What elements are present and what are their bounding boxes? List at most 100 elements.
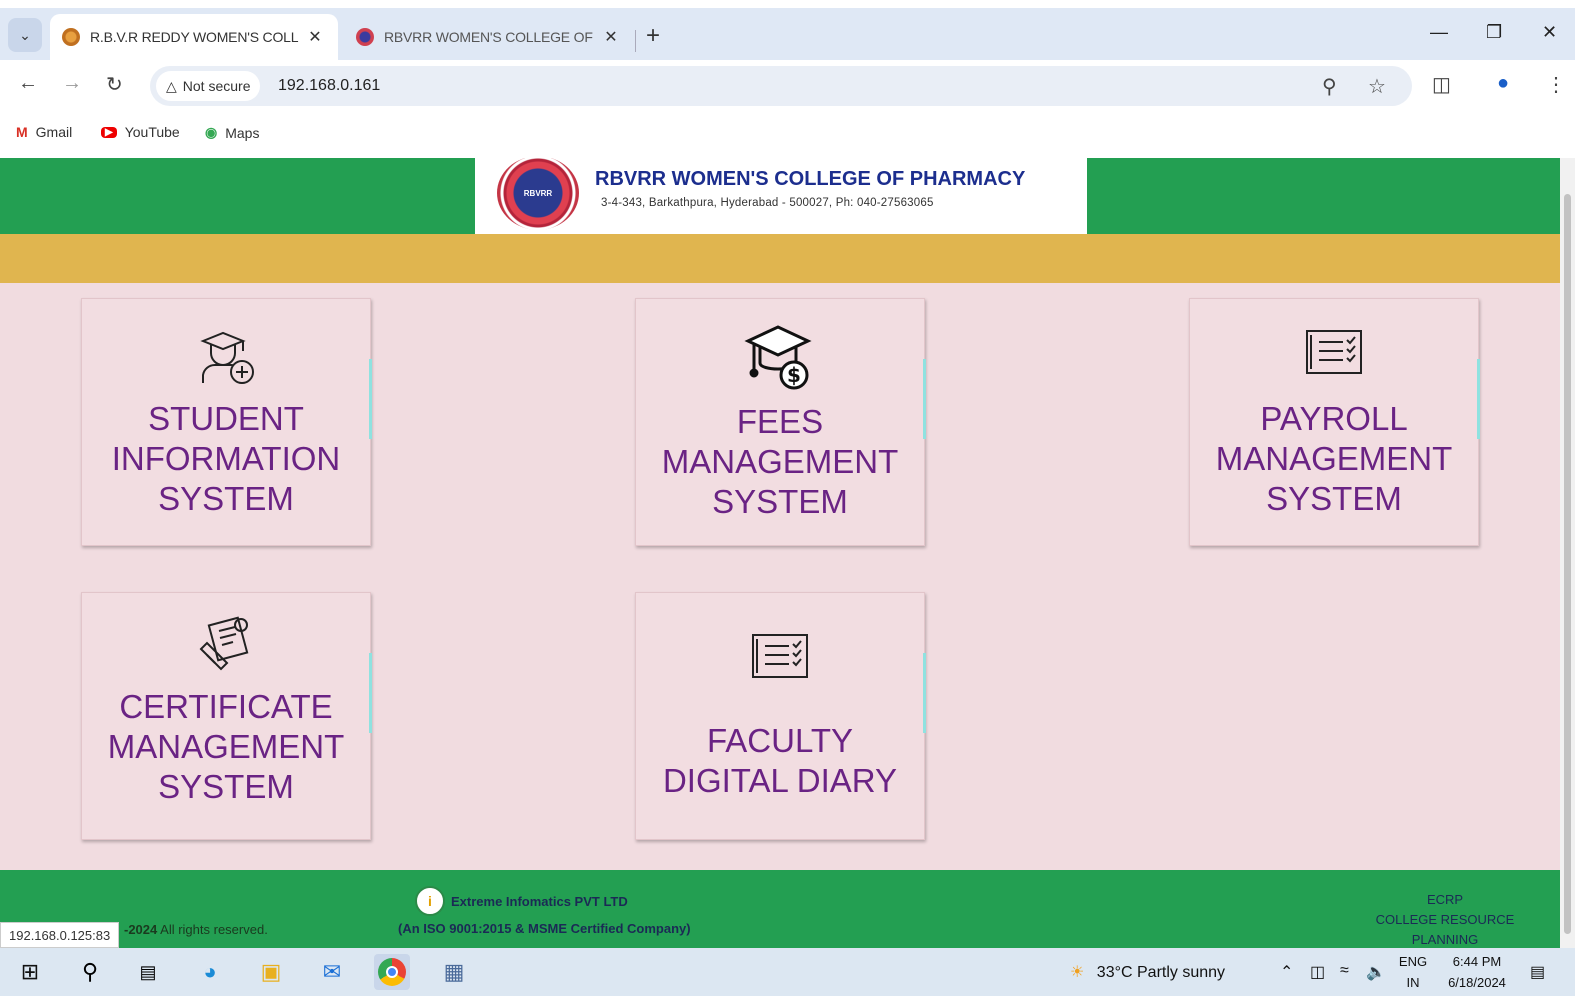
reload-button[interactable]: ↻ bbox=[106, 72, 123, 97]
back-button[interactable]: ← bbox=[18, 72, 38, 95]
restore-button[interactable]: ❐ bbox=[1486, 22, 1502, 43]
file-explorer-button[interactable]: ▣ bbox=[253, 954, 289, 990]
device-icon[interactable]: ◫ bbox=[1310, 962, 1325, 982]
college-address: 3-4-343, Barkathpura, Hyderabad - 500027… bbox=[601, 197, 934, 209]
browser-toolbar: ← → ↻ △ Not secure 192.168.0.161 ⚲ ☆ ◫ ●… bbox=[0, 60, 1575, 112]
youtube-icon: ▶ bbox=[101, 126, 117, 138]
weather-widget[interactable]: ☀ 33°C Partly sunny bbox=[1070, 962, 1225, 982]
search-icon: ⚲ bbox=[81, 959, 99, 984]
tab-separator bbox=[635, 30, 636, 52]
module-fees-management[interactable]: $ FEES MANAGEMENT SYSTEM bbox=[635, 298, 926, 546]
start-button[interactable]: ⊞ bbox=[12, 954, 48, 990]
menu-icon[interactable]: ⋮ bbox=[1546, 72, 1566, 97]
security-chip[interactable]: △ Not secure bbox=[156, 71, 261, 101]
bookmark-label: Gmail bbox=[35, 124, 73, 140]
search-button[interactable]: ⚲ bbox=[72, 954, 108, 990]
top-strip bbox=[0, 0, 1575, 8]
edge-icon: ◕ bbox=[203, 959, 217, 984]
page-content: RBVRR RBVRR WOMEN'S COLLEGE OF PHARMACY … bbox=[0, 158, 1560, 948]
profile-icon[interactable]: ● bbox=[1497, 72, 1509, 95]
chevron-down-icon: ⌄ bbox=[19, 26, 31, 43]
college-favicon-icon bbox=[62, 28, 80, 46]
status-url: 192.168.0.125:83 bbox=[0, 922, 120, 948]
checklist-icon bbox=[752, 634, 808, 678]
clock[interactable]: 6:44 PM 6/18/2024 bbox=[1440, 951, 1514, 993]
header-gold-band bbox=[0, 234, 1560, 283]
windows-taskbar: ⊞ ⚲ ▤ ◕ ▣ ✉ ▦ ☀ 33°C Partly sunny ⌃ ◫ ≈ … bbox=[0, 948, 1575, 996]
company-logo: i bbox=[415, 886, 445, 916]
copyright-text: -2024 All rights reserved. bbox=[124, 922, 268, 937]
windows-icon: ⊞ bbox=[20, 959, 40, 984]
forward-button[interactable]: → bbox=[62, 72, 82, 95]
security-label: Not secure bbox=[182, 78, 251, 94]
volume-muted-icon[interactable]: 🔈 bbox=[1366, 962, 1386, 982]
tab-bar: ⌄ R.B.V.R REDDY WOMEN'S COLL ✕ RBVRR WOM… bbox=[0, 8, 1575, 60]
tray-overflow-icon[interactable]: ⌃ bbox=[1280, 962, 1293, 982]
tab-search-button[interactable]: ⌄ bbox=[8, 18, 42, 52]
new-tab-button[interactable]: + bbox=[646, 22, 660, 50]
zoom-icon[interactable]: ⚲ bbox=[1322, 74, 1337, 99]
module-certificate-management[interactable]: CERTIFICATE MANAGEMENT SYSTEM bbox=[81, 592, 372, 840]
url-text[interactable]: 192.168.0.161 bbox=[278, 77, 380, 95]
edge-button[interactable]: ◕ bbox=[192, 954, 228, 990]
tab-title: R.B.V.R REDDY WOMEN'S COLL bbox=[90, 29, 299, 45]
bookmark-label: YouTube bbox=[124, 124, 180, 140]
minimize-button[interactable]: — bbox=[1430, 22, 1448, 43]
maps-pin-icon: ◉ bbox=[205, 124, 218, 140]
college-title: RBVRR WOMEN'S COLLEGE OF PHARMACY bbox=[595, 168, 1026, 190]
tab-rbvr-reddy[interactable]: R.B.V.R REDDY WOMEN'S COLL ✕ bbox=[50, 14, 338, 60]
chrome-icon bbox=[378, 958, 406, 986]
close-window-button[interactable]: ✕ bbox=[1542, 22, 1557, 43]
close-tab-icon[interactable]: ✕ bbox=[600, 27, 622, 47]
app-button[interactable]: ▦ bbox=[436, 954, 472, 990]
app-icon: ▦ bbox=[443, 959, 465, 984]
module-label: PAYROLL MANAGEMENT SYSTEM bbox=[1215, 400, 1453, 517]
language-indicator[interactable]: ENG IN bbox=[1396, 951, 1430, 993]
module-label: CERTIFICATE MANAGEMENT SYSTEM bbox=[107, 688, 345, 805]
certificate-icon bbox=[199, 616, 249, 671]
scrollbar-thumb[interactable] bbox=[1564, 194, 1571, 934]
module-student-information[interactable]: STUDENT INFORMATION SYSTEM bbox=[81, 298, 372, 546]
module-label: STUDENT INFORMATION SYSTEM bbox=[111, 400, 341, 517]
weather-sun-icon: ☀ bbox=[1070, 964, 1085, 981]
bookmark-maps[interactable]: ◉ Maps bbox=[205, 124, 259, 141]
page-scrollbar[interactable] bbox=[1560, 158, 1575, 948]
wifi-icon[interactable]: ≈ bbox=[1340, 962, 1349, 980]
product-name: ECRP COLLEGE RESOURCE PLANNING bbox=[1375, 892, 1515, 947]
notifications-icon[interactable]: ▤ bbox=[1530, 962, 1545, 982]
company-certification: (An ISO 9001:2015 & MSME Certified Compa… bbox=[398, 921, 691, 936]
bookmark-label: Maps bbox=[225, 124, 260, 141]
tab-title: RBVRR WOMEN'S COLLEGE OF bbox=[384, 29, 593, 45]
close-tab-icon[interactable]: ✕ bbox=[304, 27, 326, 47]
folder-icon: ▣ bbox=[260, 959, 282, 984]
weather-text: 33°C Partly sunny bbox=[1096, 964, 1226, 981]
task-view-icon: ▤ bbox=[139, 961, 157, 982]
page-footer: -2024 All rights reserved. i Extreme Inf… bbox=[0, 870, 1560, 948]
bookmark-youtube[interactable]: ▶ YouTube bbox=[101, 124, 180, 140]
college-banner: RBVRR RBVRR WOMEN'S COLLEGE OF PHARMACY … bbox=[475, 158, 1087, 234]
college-favicon-icon bbox=[356, 28, 374, 46]
task-view-button[interactable]: ▤ bbox=[130, 954, 166, 990]
college-logo: RBVRR bbox=[497, 158, 579, 230]
bookmark-gmail[interactable]: M Gmail bbox=[16, 124, 72, 140]
address-bar[interactable]: △ Not secure 192.168.0.161 ⚲ ☆ bbox=[150, 66, 1412, 106]
mail-icon: ✉ bbox=[322, 959, 342, 984]
company-name[interactable]: Extreme Infomatics PVT LTD bbox=[451, 894, 628, 909]
module-label: FEES MANAGEMENT SYSTEM bbox=[661, 403, 899, 520]
mail-button[interactable]: ✉ bbox=[314, 954, 350, 990]
module-payroll-management[interactable]: PAYROLL MANAGEMENT SYSTEM bbox=[1189, 298, 1480, 546]
module-faculty-digital-diary[interactable]: FACULTY DIGITAL DIARY bbox=[635, 592, 926, 840]
checklist-icon bbox=[1306, 330, 1362, 374]
bookmarks-bar: M Gmail ▶ YouTube ◉ Maps bbox=[0, 112, 1575, 158]
bookmark-star-icon[interactable]: ☆ bbox=[1368, 74, 1386, 99]
plus-icon: + bbox=[646, 22, 661, 49]
tab-rbvrr-womens[interactable]: RBVRR WOMEN'S COLLEGE OF ✕ bbox=[344, 14, 634, 60]
extensions-icon[interactable]: ◫ bbox=[1432, 72, 1451, 97]
student-icon bbox=[200, 331, 254, 384]
gmail-icon: M bbox=[16, 124, 28, 140]
module-label: FACULTY DIGITAL DIARY bbox=[662, 722, 898, 799]
chrome-button[interactable] bbox=[374, 954, 410, 990]
graduation-cap-dollar-icon: $ bbox=[744, 325, 812, 390]
svg-text:$: $ bbox=[787, 363, 801, 387]
warning-icon: △ bbox=[166, 77, 177, 94]
